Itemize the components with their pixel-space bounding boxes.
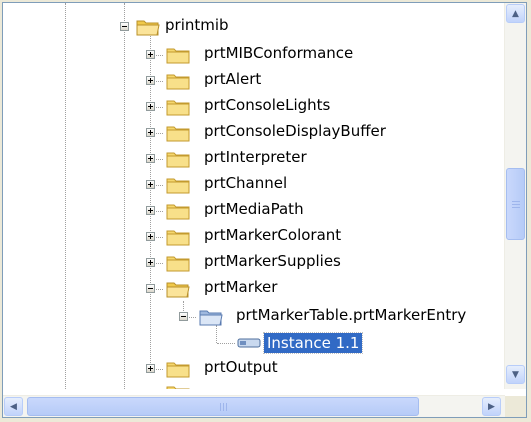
scrollbar-corner [505,396,526,417]
folder-open-icon [166,282,190,298]
expand-toggle[interactable] [146,102,155,111]
tree-node-label: prtMediaPath [204,200,304,218]
expand-toggle[interactable] [146,76,155,85]
expand-toggle[interactable] [146,364,155,373]
horizontal-scroll-thumb[interactable] [27,397,419,416]
folder-icon [166,256,190,272]
tree-node-prtconsoledisplaybuffer[interactable]: prtConsoleDisplayBuffer [3,121,505,145]
scroll-right-button[interactable]: ▶ [482,397,501,416]
instance-icon [237,338,261,348]
tree-node-prtconsolelights[interactable]: prtConsoleLights [3,95,505,119]
collapse-toggle[interactable] [179,312,188,321]
tree-node-label: prtConsoleLights [204,96,331,114]
tree-node-label: printmib [165,16,229,34]
folder-open-icon [136,20,160,36]
tree-node-label: prtAlert [204,70,262,88]
tree-node-prtoutput[interactable]: prtOutput [3,357,505,381]
tree-node-instance[interactable]: Instance 1.1 [3,331,505,355]
tree-node-label: prtMarkerTable.prtMarkerEntry [236,306,467,324]
tree-node-prtinterpreter[interactable]: prtInterpreter [3,147,505,171]
tree-node-prtmarkertable-entry[interactable]: prtMarkerTable.prtMarkerEntry [3,305,505,329]
tree-view-panel: printmib prtMIBConformance prtAlert prtC… [2,2,527,418]
tree-node-label: prtMarker [204,278,278,296]
expand-toggle[interactable] [146,232,155,241]
tree-node-prtmarker[interactable]: prtMarker [3,277,505,301]
expand-toggle[interactable] [146,128,155,137]
folder-icon [166,204,190,220]
tree-node-prtmarkersupplies[interactable]: prtMarkerSupplies [3,251,505,275]
grip-line [512,201,520,202]
folder-icon [166,230,190,246]
folder-icon [166,362,190,378]
tree-node-prtchannel[interactable]: prtChannel [3,173,505,197]
tree-node-label-selected: Instance 1.1 [262,332,364,354]
tree-node-label: prtOutput [204,358,278,376]
expand-toggle[interactable] [146,180,155,189]
tree-node-label: prtInterpreter [204,148,307,166]
folder-icon [166,100,190,116]
folder-icon [166,74,190,90]
grip-line [220,403,221,411]
tree-node-prtmibconformance[interactable]: prtMIBConformance [3,43,505,67]
tree-node-prtmarkercolorant[interactable]: prtMarkerColorant [3,225,505,249]
vertical-scroll-thumb[interactable] [506,168,525,240]
mib-tree: printmib prtMIBConformance prtAlert prtC… [3,3,505,389]
expand-toggle[interactable] [146,258,155,267]
tree-node-printmib[interactable]: printmib [3,15,505,39]
tree-node-label: prtChannel [204,174,288,192]
table-folder-icon [199,310,223,326]
tree-node-label: prtMarkerColorant [204,226,342,244]
scroll-down-button[interactable]: ▼ [506,365,525,384]
tree-node-prtmediapath[interactable]: prtMediaPath [3,199,505,223]
folder-icon [166,152,190,168]
tree-node-label: prtMarkerSupplies [204,252,341,270]
tree-node-label: prtConsoleDisplayBuffer [204,122,386,140]
folder-icon [166,126,190,142]
grip-line [512,204,520,205]
folder-icon [166,48,190,64]
tree-node-prtalert[interactable]: prtAlert [3,69,505,93]
expand-toggle[interactable] [146,154,155,163]
tree-branch-line [217,343,235,344]
scroll-left-button[interactable]: ◀ [4,397,23,416]
grip-line [512,207,520,208]
expand-toggle[interactable] [146,206,155,215]
folder-icon [166,178,190,194]
tree-node-label: prtMIBConformance [204,44,354,62]
vertical-scrollbar[interactable]: ▲ ▼ [504,3,526,389]
grip-line [226,403,227,411]
scroll-up-button[interactable]: ▲ [506,4,525,23]
grip-line [223,403,224,411]
collapse-toggle[interactable] [120,22,129,31]
collapse-toggle[interactable] [146,284,155,293]
folder-icon [166,386,190,389]
horizontal-scrollbar[interactable]: ◀ ▶ [3,395,505,417]
expand-toggle[interactable] [146,50,155,59]
